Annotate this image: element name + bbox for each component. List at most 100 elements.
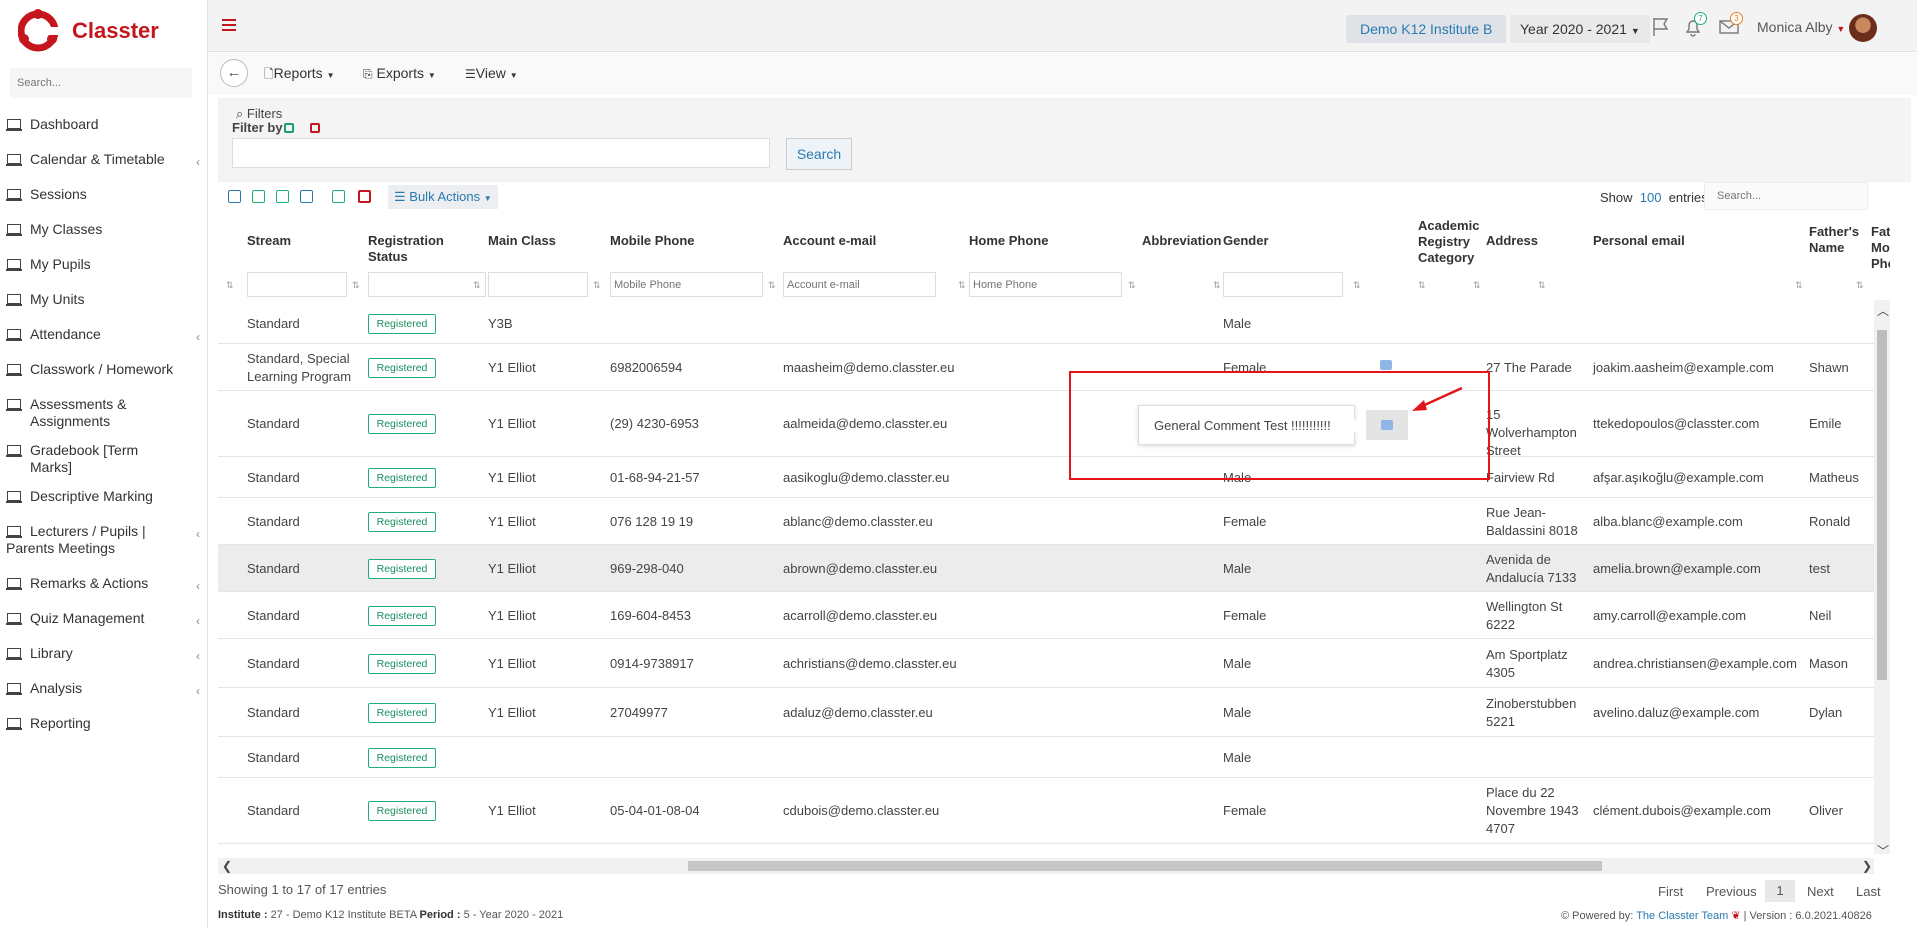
sidebar-item-classwork-homework[interactable]: Classwork / Homework — [0, 355, 208, 390]
reports-dropdown[interactable]: 🗋Reports ▼ — [264, 65, 335, 86]
bell-icon[interactable]: 7 — [1682, 12, 1707, 38]
sidebar-item-sessions[interactable]: Sessions — [0, 180, 208, 215]
exports-dropdown[interactable]: ⎘ Exports ▼ — [363, 65, 436, 82]
envelope-icon[interactable]: 3 — [1718, 12, 1743, 38]
scroll-up-arrow-icon[interactable]: ︿ — [1877, 302, 1889, 319]
sidebar-item-quiz-management[interactable]: Quiz Management ‹ — [0, 604, 208, 639]
uncheck-all-icon[interactable] — [310, 123, 320, 133]
column-filter-input[interactable] — [247, 272, 347, 297]
table-row[interactable]: Standard Registered Y1 Elliot 076 128 19 19… — [218, 498, 1890, 545]
next-page-button[interactable]: Next — [1807, 884, 1834, 899]
column-header[interactable]: Address — [1486, 233, 1586, 249]
column-header[interactable]: Account e-mail — [783, 233, 968, 249]
sidebar-item-attendance[interactable]: Attendance ‹ — [0, 320, 208, 355]
scroll-down-arrow-icon[interactable]: ﹀ — [1877, 842, 1889, 859]
excel-icon[interactable] — [252, 190, 265, 203]
flag-icon[interactable] — [1650, 16, 1672, 38]
column-header[interactable]: Academic Registry Category — [1418, 218, 1483, 266]
first-page-button[interactable]: First — [1658, 884, 1683, 899]
search-button[interactable]: Search — [786, 138, 852, 170]
sidebar-item-my-classes[interactable]: My Classes — [0, 215, 208, 250]
bulk-actions-dropdown[interactable]: ☰ Bulk Actions ▼ — [388, 185, 498, 209]
column-header[interactable]: Father's Name — [1809, 224, 1869, 256]
column-header[interactable]: Fath Mob Pho — [1871, 224, 1890, 272]
sidebar-item-analysis[interactable]: Analysis ‹ — [0, 674, 208, 709]
sort-icon[interactable]: ⇅ — [473, 280, 481, 291]
sort-icon[interactable]: ⇅ — [1418, 280, 1426, 291]
sidebar-item-assessments-assignments[interactable]: Assessments & Assignments — [0, 390, 208, 436]
column-filter-input[interactable] — [1223, 272, 1343, 297]
user-menu[interactable]: Monica Alby ▼ — [1757, 19, 1845, 35]
deselect-all-icon[interactable] — [358, 190, 371, 203]
column-filter-input[interactable] — [969, 272, 1122, 297]
table-row[interactable]: Standard Registered Y1 Elliot 05-04-01-08-0… — [218, 778, 1890, 844]
sidebar-item-descriptive-marking[interactable]: Descriptive Marking — [0, 482, 208, 517]
sort-icon[interactable]: ⇅ — [226, 280, 234, 291]
column-filter-input[interactable] — [488, 272, 588, 297]
table-row[interactable]: Standard Registered Y1 Elliot 169-604-8453 a… — [218, 592, 1890, 639]
scroll-left-arrow-icon[interactable]: ❮ — [222, 859, 232, 873]
check-all-icon[interactable] — [284, 123, 294, 133]
vertical-scroll-thumb[interactable] — [1877, 330, 1887, 680]
sidebar-item-library[interactable]: Library ‹ — [0, 639, 208, 674]
view-dropdown[interactable]: ☰View ▼ — [465, 65, 518, 81]
column-header[interactable]: Personal email — [1593, 233, 1803, 249]
sort-icon[interactable]: ⇅ — [1538, 280, 1546, 291]
select-all-icon[interactable] — [332, 190, 345, 203]
sidebar-item-reporting[interactable]: Reporting — [0, 709, 208, 744]
column-header[interactable]: Stream — [247, 233, 347, 249]
year-selector[interactable]: Year 2020 - 2021 ▼ — [1510, 15, 1650, 43]
table-row[interactable]: Standard Registered Y1 Elliot 0914-9738917 a… — [218, 639, 1890, 688]
horizontal-scrollbar[interactable] — [218, 858, 1874, 874]
vertical-scrollbar[interactable] — [1874, 300, 1890, 854]
print-icon[interactable] — [228, 190, 241, 203]
sidebar-item-dashboard[interactable]: Dashboard — [0, 110, 208, 145]
hamburger-menu-icon[interactable] — [222, 19, 236, 31]
column-header[interactable]: Home Phone — [969, 233, 1139, 249]
institute-selector[interactable]: Demo K12 Institute B — [1346, 15, 1507, 43]
column-filter-input[interactable] — [368, 272, 486, 297]
column-header[interactable]: Abbreviation — [1142, 233, 1222, 249]
table-row[interactable]: Standard Registered Y1 Elliot 27049977 adalu… — [218, 688, 1890, 737]
sort-icon[interactable]: ⇅ — [1856, 280, 1864, 291]
previous-page-button[interactable]: Previous — [1706, 884, 1757, 899]
sidebar-item-my-pupils[interactable]: My Pupils — [0, 250, 208, 285]
sidebar-item-my-units[interactable]: My Units — [0, 285, 208, 320]
horizontal-scroll-thumb[interactable] — [688, 861, 1602, 871]
classter-team-link[interactable]: The Classter Team — [1636, 910, 1728, 922]
table-row[interactable]: Standard Registered Y1 Elliot 01-68-94-21-5… — [218, 457, 1890, 498]
last-page-button[interactable]: Last — [1856, 884, 1881, 899]
sort-icon[interactable]: ⇅ — [768, 280, 776, 291]
sort-icon[interactable]: ⇅ — [1213, 280, 1221, 291]
sidebar-search-input[interactable] — [10, 68, 192, 98]
column-filter-input[interactable] — [610, 272, 763, 297]
sort-icon[interactable]: ⇅ — [593, 280, 601, 291]
table-row[interactable]: Standard, Special Learning Program Regist… — [218, 344, 1890, 391]
sort-icon[interactable]: ⇅ — [958, 280, 966, 291]
sort-icon[interactable]: ⇅ — [1353, 280, 1361, 291]
csv-icon[interactable] — [276, 190, 289, 203]
scroll-right-arrow-icon[interactable]: ❯ — [1862, 859, 1872, 873]
current-page-button[interactable]: 1 — [1765, 880, 1795, 902]
table-row[interactable]: Standard Registered Y3B Male — [218, 304, 1890, 344]
table-search-input[interactable] — [1704, 182, 1868, 210]
avatar[interactable] — [1849, 14, 1877, 42]
column-header[interactable]: Main Class — [488, 233, 588, 249]
back-arrow-icon[interactable]: ← — [220, 59, 248, 87]
logo[interactable]: Classter — [18, 8, 159, 54]
column-filter-input[interactable] — [783, 272, 936, 297]
sort-icon[interactable]: ⇅ — [1795, 280, 1803, 291]
sidebar-item-gradebook-term-marks[interactable]: Gradebook [Term Marks] — [0, 436, 208, 482]
sort-icon[interactable]: ⇅ — [1128, 280, 1136, 291]
comment-icon[interactable] — [1380, 360, 1392, 370]
table-row[interactable]: Standard Registered Y1 Elliot 969-298-040 ab… — [218, 545, 1890, 592]
column-header[interactable]: Registration Status — [368, 233, 486, 265]
sidebar-item-lecturers-pupils-parents-meetings[interactable]: Lecturers / Pupils | Parents Meetings ‹ — [0, 517, 208, 569]
sort-icon[interactable]: ⇅ — [352, 280, 360, 291]
copy-icon[interactable] — [300, 190, 313, 203]
sort-icon[interactable]: ⇅ — [1473, 280, 1481, 291]
table-row[interactable]: Standard Registered Male — [218, 737, 1890, 778]
column-header[interactable]: Mobile Phone — [610, 233, 780, 249]
filter-input[interactable] — [232, 138, 770, 168]
entries-select[interactable]: 100 — [1640, 190, 1662, 205]
